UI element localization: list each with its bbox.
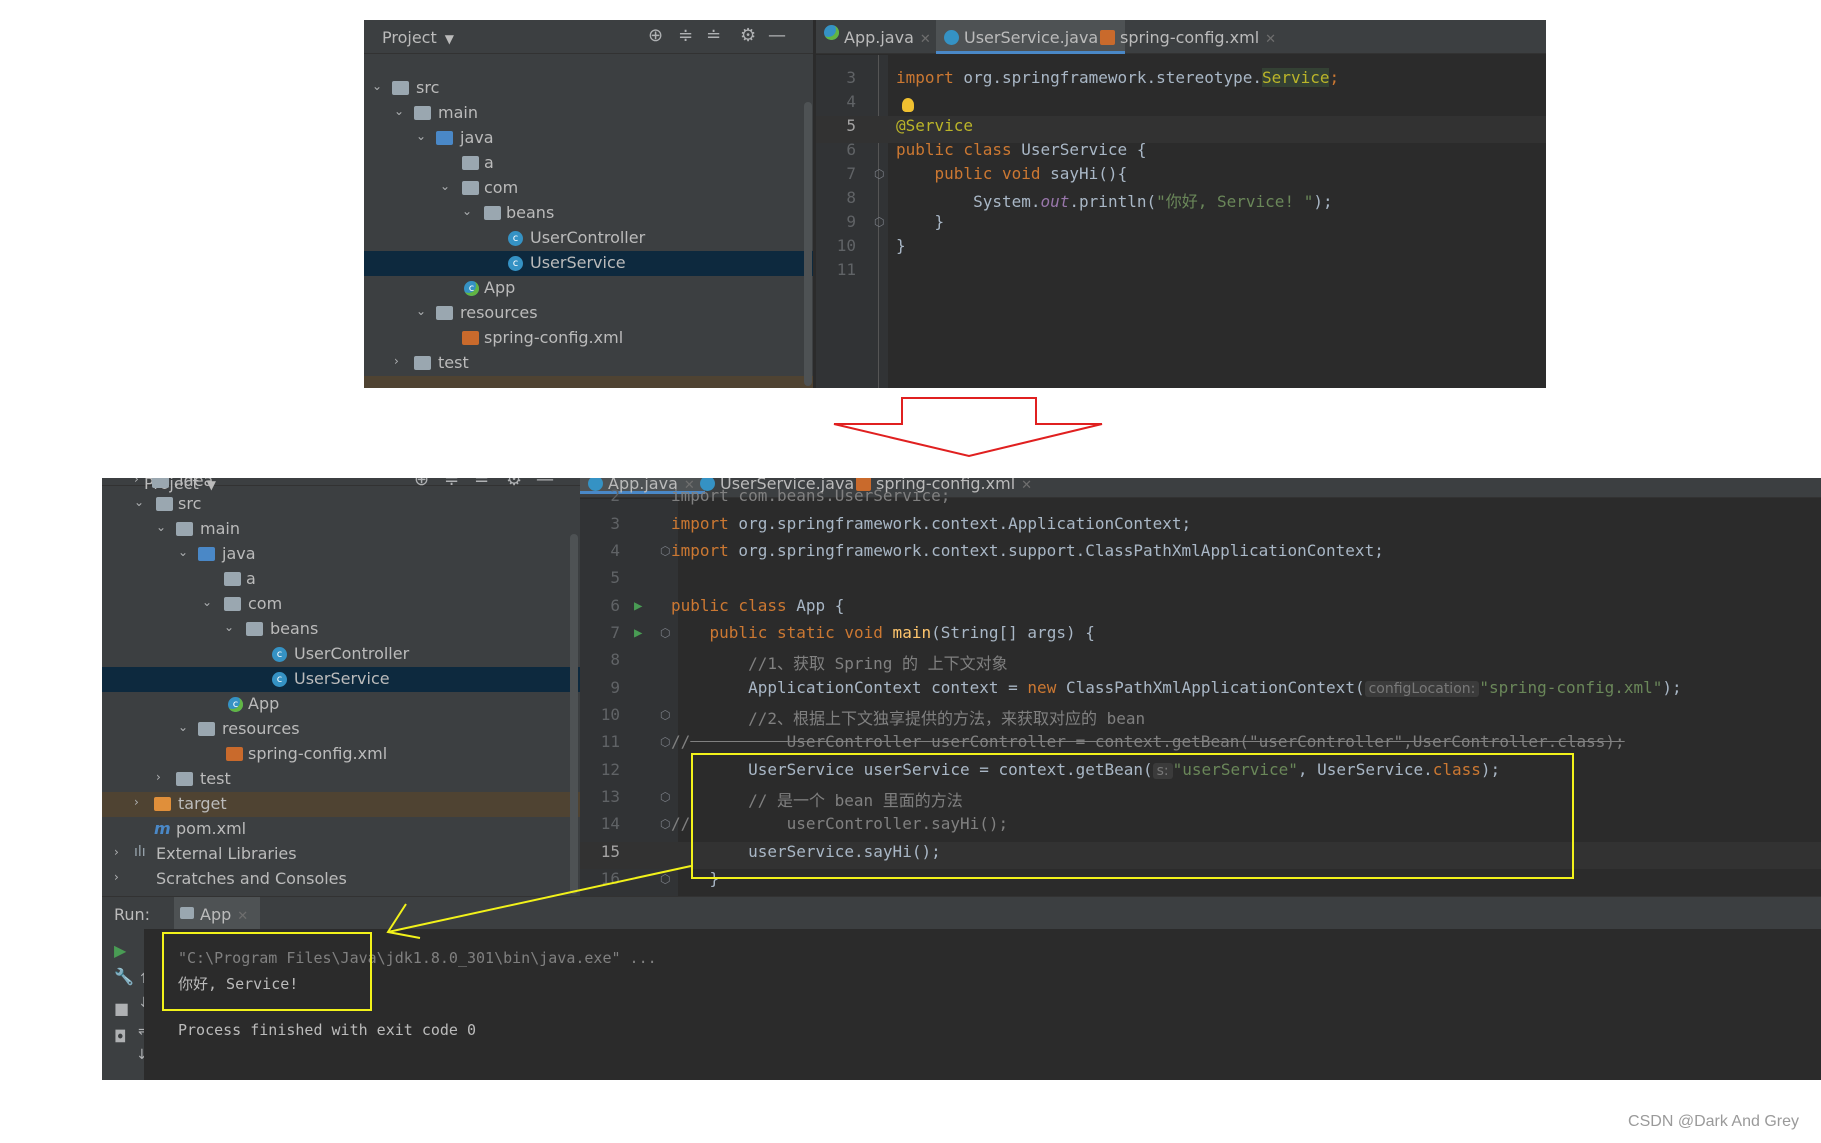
annotation-arrowhead	[386, 903, 421, 939]
annotation-line	[387, 865, 692, 933]
watermark: CSDN @Dark And Grey	[1628, 1113, 1799, 1130]
annotation-arrow-icon	[386, 865, 692, 939]
screenshot-stage: Project ▼ ⊕ ≑ ≐ ⚙ — ⌄ src ⌄ main ⌄ java a ⌄ c…	[0, 0, 1821, 1143]
